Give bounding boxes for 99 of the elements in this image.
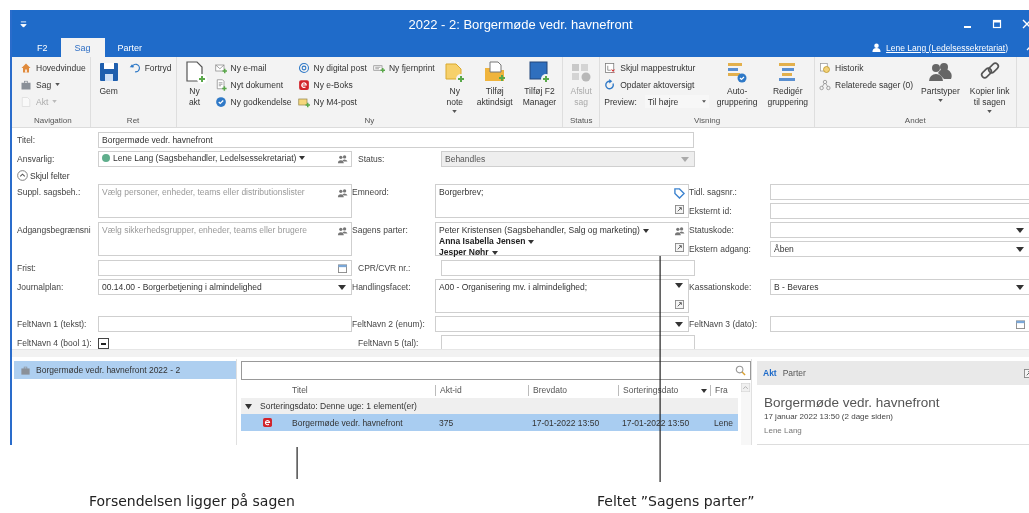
field-label: Suppl. sagsbeh.: [17,186,82,197]
ribbon-button[interactable]: Ny digital post [297,61,367,74]
field-label: Frist: [17,262,37,273]
group-label: Visning [693,115,722,127]
ribbon-button[interactable]: Ny note [440,60,469,115]
group-label: Sorteringsdato: Denne uge: 1 element(er) [260,401,417,411]
toggle-fields-button[interactable]: Skjul felter [17,170,70,181]
field-label: Sagens parter: [352,224,409,235]
field-label: Status: [358,153,386,164]
group-label: Andet [903,115,927,127]
ribbon-button[interactable]: Ny e-mail [214,61,292,74]
ribbon-tab[interactable]: Sag [60,38,105,57]
ribbon-button[interactable]: Ny godkendelse [214,95,292,108]
ribbon-button[interactable]: Ny fjernprint [372,61,435,74]
group-label: Status [568,115,594,127]
ribbon-button[interactable]: Opdater aktoversigt [604,78,709,91]
field-value: Borgerbrev; [439,187,485,197]
field-value: Behandles [445,154,487,164]
field-label: Adgangsbegrænsni [17,224,92,235]
preview-tab[interactable]: Akt [763,368,777,378]
preview-tab[interactable]: Parter [782,368,806,378]
ribbon-tab[interactable]: F2 [24,38,61,57]
column-header[interactable]: Fra [710,385,738,396]
preview-label: Preview: [604,96,637,107]
party-token[interactable]: Anna Isabella Jensen [439,236,535,247]
dropdown-field[interactable]: 00.14.00 - Borgerbetjening i almindelighed [98,279,352,295]
input-field[interactable]: Borgermøde vedr. havnefront [98,132,694,148]
tree-item[interactable]: Borgermøde vedr. havnefront 2022 - 2 [14,361,236,379]
picker-input[interactable]: Vælg sikkerhedsgrupper, enheder, teams eller brugere [102,225,330,235]
user-link[interactable]: Lene Lang (Ledelsessekretariat) [886,42,1008,53]
column-header[interactable]: Akt-id [435,385,528,396]
field-label: Kassationskode: [689,281,753,292]
preview-dropdown[interactable]: Til højre [644,95,709,108]
table-cell-text: Borgermøde vedr. havnefront [291,417,404,428]
group-label: Ret [125,115,141,127]
field-label: Ekstern adgang: [689,243,752,254]
table-cell-text: 375 [438,417,455,428]
column-header[interactable]: Brevdato [528,385,618,396]
picker-field[interactable]: Vælg sikkerhedsgrupper, enheder, teams eller brugere [98,222,352,256]
ribbon-button[interactable]: Ny M4-post [297,95,367,108]
preview-title: Borgermøde vedr. havnefront [764,395,941,410]
preview-author: Lene Lang [764,426,803,435]
table-cell-text: Lene [713,417,734,428]
preview-date: 17 januar 2022 13:50 (2 dage siden) [764,412,894,421]
ribbon-button[interactable]: Redigér gruppering [765,60,811,115]
field-label: Eksternt id: [689,205,733,216]
ribbon-button[interactable]: Nyt dokument [214,78,292,91]
dropdown-field[interactable]: B - Bevares [770,279,1029,295]
field-label: FeltNavn 1 (tekst): [17,318,88,329]
ribbon-button[interactable]: Historik [819,61,914,74]
annotation-text: Feltet ”Sagens parter” [597,493,755,509]
ribbon-button[interactable]: Tilføj aktindsigt [474,60,515,115]
ribbon-button[interactable]: Hovedvindue [20,61,86,74]
field-label: Emneord: [352,186,390,197]
ribbon-button[interactable]: Gem [94,60,123,115]
dropdown-field[interactable]: Åben [770,241,1029,257]
ribbon-button[interactable]: Tilføj F2 Manager [520,60,559,115]
window-title: 2022 - 2: Borgermøde vedr. havnefront [408,16,633,32]
field-label: Statuskode: [689,224,735,235]
field-label: Ansvarlig: [17,153,56,164]
dropdown-field[interactable]: A00 - Organisering mv. i almindelighed; [435,279,689,313]
group-label: Navigation [32,115,73,127]
field-label: FeltNavn 2 (enum): [352,318,426,329]
ribbon-button[interactable]: Ny akt [180,60,209,115]
field-label: Titel: [17,134,37,145]
column-header[interactable]: Titel [288,385,435,396]
input-field[interactable]: Borgerbrev; [435,184,689,218]
field-label: Journalplan: [17,281,65,292]
field-label: Handlingsfacet: [352,281,412,292]
field-value: A00 - Organisering mv. i almindelighed; [439,282,589,292]
ribbon-button[interactable]: Ny e-Boks [297,78,367,91]
field-value: B - Bevares [774,282,820,292]
ribbon-button[interactable]: Fortryd [128,61,172,74]
input-field[interactable]: Lene Lang (Sagsbehandler, Ledelsessekretariat) [98,151,352,167]
person-name: Lene Lang (Sagsbehandler, Ledelsessekretariat) [113,153,297,163]
ribbon-button[interactable]: Partstyper [919,60,962,115]
party-token[interactable]: Peter Kristensen (Sagsbehandler, Salg og marketing) [439,225,649,236]
input-field[interactable]: Peter Kristensen (Sagsbehandler, Salg og marketing) Anna Isabella Jensen Jesper Nøhr [435,222,689,256]
field-label: CPR/CVR nr.: [358,262,412,273]
ribbon-button[interactable]: Auto- gruppering [714,60,760,115]
field-label: FeltNavn 3 (dato): [689,318,759,329]
field-label: FeltNavn 4 (bool 1): [17,337,93,348]
ribbon-button[interactable]: Relaterede sager (0) [819,78,914,91]
ribbon-button[interactable]: Kopier link til sagen [967,60,1012,115]
group-label: Ny [363,115,376,127]
annotation-text: Forsendelsen ligger på sagen [89,493,295,509]
field-value: Borgermøde vedr. havnefront [102,135,214,145]
field-value: 00.14.00 - Borgerbetjening i almindelighed [102,282,263,292]
field-value: Åben [774,244,795,254]
party-token[interactable]: Jesper Nøhr [439,247,498,258]
ribbon-button[interactable]: Skjul mappestruktur [604,61,709,74]
ribbon-button[interactable]: Sag [20,78,86,91]
field-label: FeltNavn 5 (tal): [358,337,420,348]
ribbon-tab[interactable]: Parter [104,38,156,57]
group-row[interactable]: Sorteringsdato: Denne uge: 1 element(er) [241,398,738,414]
picker-input[interactable]: Vælg personer, enheder, teams eller distributionslister [102,187,330,197]
field-label: Tidl. sagsnr.: [689,186,738,197]
picker-field[interactable]: Vælg personer, enheder, teams eller distributionslister [98,184,352,218]
table-cell-text: 17-01-2022 13:50 [531,417,601,428]
